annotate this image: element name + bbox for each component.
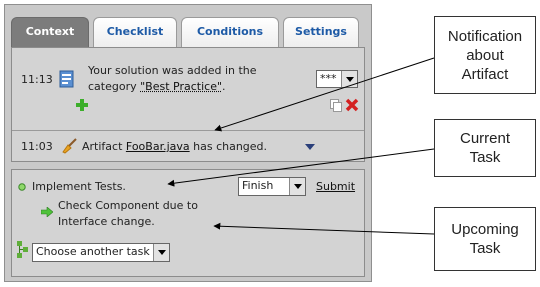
arrow-upcoming-task (213, 222, 435, 235)
arrow-current-task (167, 148, 435, 187)
arrow-notification (214, 57, 435, 132)
callout-arrows (167, 57, 435, 235)
